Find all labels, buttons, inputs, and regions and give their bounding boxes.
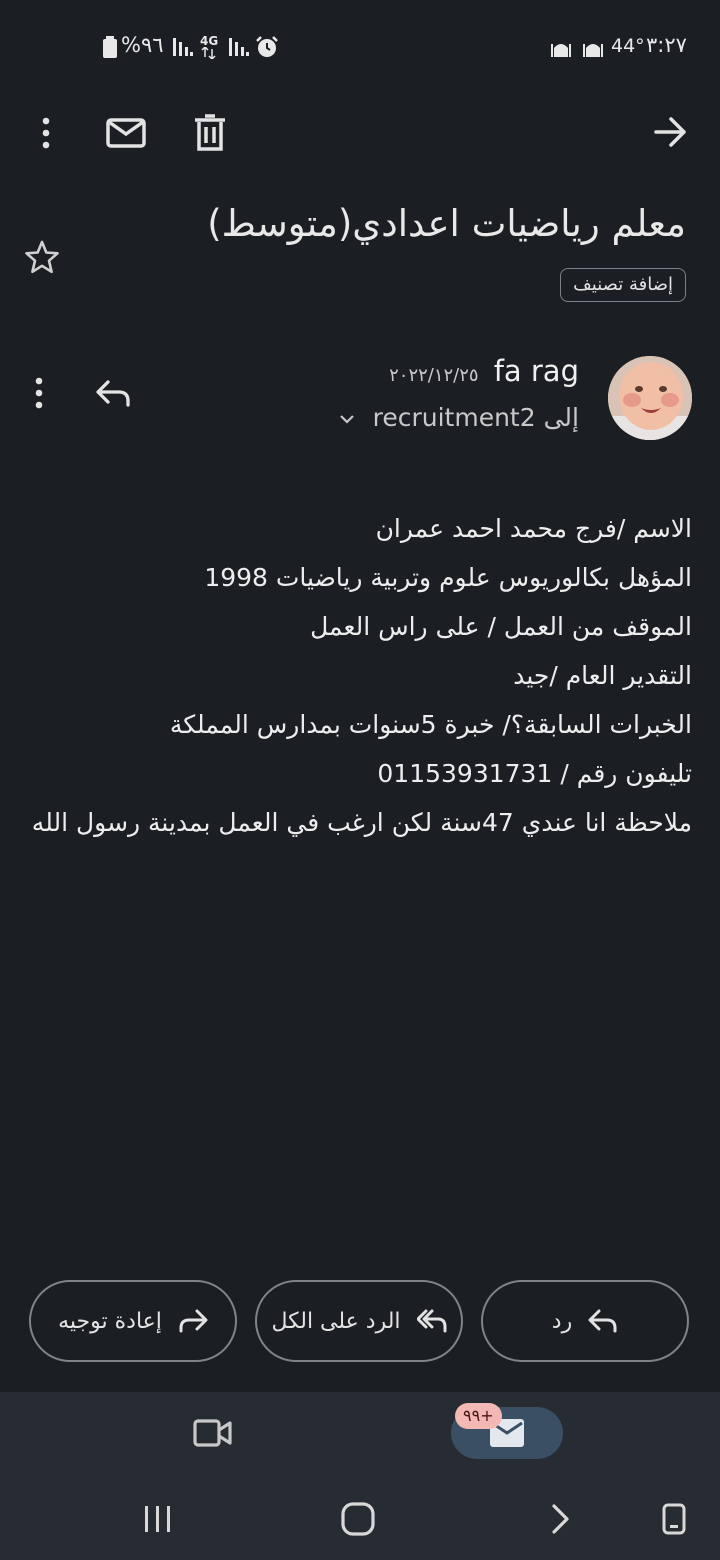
star-icon[interactable] (24, 239, 60, 275)
alarm-icon (256, 36, 278, 57)
reply-all-button-label: الرد على الكل (271, 1308, 401, 1334)
recent-apps-icon[interactable] (143, 1505, 173, 1533)
home-icon[interactable] (341, 1502, 375, 1536)
battery-icon (103, 36, 117, 58)
arrow-right-icon[interactable] (654, 116, 688, 148)
body-line: الموقف من العمل / على راس العمل (310, 612, 692, 641)
email-body: الاسم /فرج محمد احمد عمران المؤهل بكالور… (22, 504, 692, 847)
video-camera-icon[interactable] (193, 1418, 233, 1448)
back-nav-icon[interactable] (550, 1503, 572, 1535)
sender-line: ٢٠٢٢/١٢/٢٥ fa rag (389, 354, 579, 388)
status-bar: %٩٦ 4G 44° ٣:٢٧ (0, 0, 720, 92)
body-line: الاسم /فرج محمد احمد عمران (375, 514, 692, 543)
more-vert-icon[interactable] (34, 116, 58, 150)
reply-all-button[interactable]: الرد على الكل (255, 1280, 463, 1362)
temperature: 44° (611, 35, 645, 57)
reply-button-label: رد (551, 1308, 573, 1334)
chevron-down-icon[interactable] (339, 414, 355, 424)
body-line: ملاحظة انا عندي 47سنة لكن ارغب في العمل … (31, 808, 692, 837)
more-vert-icon-message[interactable] (33, 377, 45, 409)
body-line: المؤهل بكالوريوس علوم وتربية رياضيات 199… (204, 563, 692, 592)
reply-button[interactable]: رد (481, 1280, 689, 1362)
signal-icon (173, 38, 193, 56)
mail-badge: ٩٩+ (455, 1403, 502, 1429)
recipient-name: recruitment2 (372, 403, 536, 432)
reply-icon[interactable] (95, 379, 131, 407)
reply-icon (588, 1309, 617, 1333)
email-date: ٢٠٢٢/١٢/٢٥ (389, 365, 479, 386)
add-label-chip[interactable]: إضافة تصنيف (560, 268, 686, 302)
forward-icon (179, 1309, 208, 1333)
bottom-nav (0, 1392, 720, 1474)
keyboard-phone-icon[interactable] (662, 1503, 686, 1535)
toolbar (0, 92, 720, 182)
forward-button-label: إعادة توجيه (58, 1308, 162, 1334)
avatar[interactable] (608, 356, 692, 440)
forward-button[interactable]: إعادة توجيه (29, 1280, 237, 1362)
email-subject: معلم رياضيات اعدادي(متوسط) (207, 202, 686, 245)
data-arrows-icon (201, 47, 216, 59)
mark-unread-icon[interactable] (106, 118, 146, 148)
body-line: تليفون رقم / 01153931731 (377, 759, 692, 788)
network-type: 4G (200, 34, 219, 48)
body-line: الخبرات السابقة؟/ خبرة 5سنوات بمدارس الم… (169, 710, 692, 739)
recipient-prefix: إلى (543, 403, 579, 432)
clock: ٣:٢٧ (646, 33, 687, 57)
recipient-line[interactable]: إلى recruitment2 (339, 403, 579, 432)
mosque-icon (551, 44, 571, 57)
signal-icon-2 (229, 38, 249, 56)
battery-percent: %٩٦ (121, 33, 164, 57)
body-line: التقدير العام /جيد (513, 661, 692, 690)
mosque-icon-2 (583, 44, 603, 57)
trash-icon[interactable] (194, 114, 226, 152)
sender-name[interactable]: fa rag (494, 354, 579, 388)
reply-all-icon (416, 1309, 447, 1333)
